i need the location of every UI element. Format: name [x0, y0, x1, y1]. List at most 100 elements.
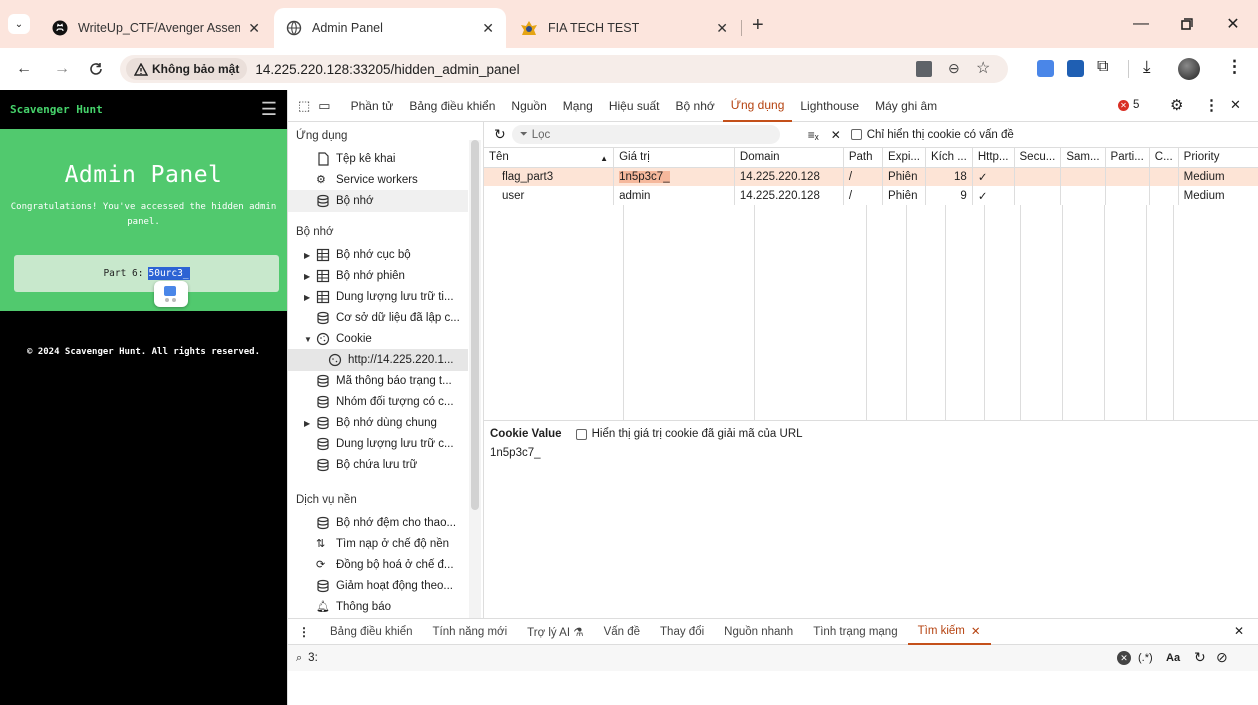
filter-input[interactable]: ⏷ Lọc	[511, 125, 780, 144]
address-bar[interactable]: Không bảo mật 14.225.220.128:33205/hidde…	[120, 55, 1008, 83]
tree-item-extension-storage[interactable]: ▶ Dung lượng lưu trữ ti...	[288, 286, 468, 308]
security-chip[interactable]: Không bảo mật	[126, 58, 248, 80]
new-tab-button[interactable]: +	[752, 14, 764, 37]
column-header[interactable]: Path	[843, 148, 884, 168]
table-row[interactable]: user admin 14.225.220.128 / Phiên 9 ✓ Me…	[484, 186, 1258, 205]
tree-item-storage-overview[interactable]: Bộ nhớ	[288, 190, 468, 212]
window-close-button[interactable]: ✕	[1218, 12, 1248, 36]
clear-search-icon[interactable]: ✕	[1117, 651, 1131, 665]
tree-item-session-storage[interactable]: ▶ Bộ nhớ phiên	[288, 265, 468, 287]
drawer-tab-quick-source[interactable]: Nguồn nhanh	[714, 626, 803, 638]
tree-item-back-forward-cache[interactable]: Bộ nhớ đệm cho thao...	[288, 512, 468, 534]
drawer-tab-ai-assistant[interactable]: Trợ lý AI ⚗	[517, 625, 593, 639]
tree-item-storage-buckets[interactable]: Bộ chứa lưu trữ	[288, 454, 468, 476]
extension-translate-icon[interactable]	[1037, 60, 1054, 77]
hamburger-menu-icon[interactable]: ☰	[261, 99, 277, 120]
column-header[interactable]: Expi...	[882, 148, 927, 168]
tree-item-notifications[interactable]: 🔔︎ Thông báo	[288, 596, 468, 618]
tab-recorder[interactable]: Máy ghi âm	[867, 90, 945, 122]
cancel-search-icon[interactable]: ⊘	[1216, 649, 1228, 666]
column-header[interactable]: Parti...	[1105, 148, 1150, 168]
settings-gear-icon[interactable]: ⚙	[1170, 96, 1183, 114]
delete-all-icon[interactable]: ✕	[831, 128, 841, 142]
translate-popup-icon[interactable]	[154, 281, 188, 307]
minimize-button[interactable]: —	[1126, 12, 1156, 36]
part-value[interactable]: 50urc3_	[147, 267, 190, 280]
table-row[interactable]: flag_part3 1n5p3c7_ 14.225.220.128 / Phi…	[484, 167, 1258, 186]
match-case-toggle[interactable]: Aa	[1166, 652, 1180, 664]
expand-arrow-icon[interactable]: ▶	[304, 251, 314, 260]
tree-item-bounce-tracking[interactable]: Giảm hoạt động theo...	[288, 575, 468, 597]
forward-button[interactable]: →	[50, 57, 74, 81]
tab-application[interactable]: Ứng dụng	[722, 90, 793, 122]
refresh-icon[interactable]: ↻	[494, 126, 506, 143]
expand-arrow-icon[interactable]: ▶	[304, 419, 314, 428]
site-brand[interactable]: Scavenger Hunt	[10, 103, 103, 116]
tree-item-interest-groups[interactable]: Nhóm đối tượng có c...	[288, 391, 468, 413]
drawer-close-icon[interactable]: ✕	[1234, 624, 1244, 638]
tree-item-private-state-tokens[interactable]: Mã thông báo trạng t...	[288, 370, 468, 392]
tree-item-indexeddb[interactable]: Cơ sở dữ liệu đã lập c...	[288, 307, 468, 329]
device-toggle-icon[interactable]: ▭	[316, 90, 342, 122]
tab-sources[interactable]: Nguồn	[503, 90, 554, 122]
close-icon[interactable]: ✕	[482, 20, 494, 37]
column-header[interactable]: Priority	[1178, 148, 1258, 168]
tree-item-cache-storage[interactable]: Dung lượng lưu trữ c...	[288, 433, 468, 455]
extensions-puzzle-icon[interactable]: ⧉	[1097, 58, 1108, 76]
tree-item-background-fetch[interactable]: ⇅ Tìm nạp ở chế độ nền	[288, 533, 468, 555]
cell-value[interactable]: admin	[613, 186, 735, 205]
tree-item-shared-storage[interactable]: ▶ Bộ nhớ dùng chung	[288, 412, 468, 434]
scrollbar-thumb[interactable]	[471, 140, 479, 510]
tab-search-button[interactable]: ⌄	[8, 14, 30, 34]
tree-item-local-storage[interactable]: ▶ Bộ nhớ cục bộ	[288, 244, 468, 266]
tab-performance[interactable]: Hiệu suất	[601, 90, 668, 122]
cell-value[interactable]: 1n5p3c7_	[613, 167, 735, 186]
tab-console[interactable]: Bảng điều khiển	[401, 90, 503, 122]
drawer-tab-search[interactable]: Tìm kiếm ✕	[907, 619, 991, 645]
reload-button[interactable]	[84, 57, 108, 81]
devtools-close-icon[interactable]: ✕	[1230, 97, 1241, 113]
close-icon[interactable]: ✕	[248, 20, 260, 37]
column-header[interactable]: C...	[1149, 148, 1179, 168]
column-header[interactable]: Giá trị	[613, 148, 735, 168]
tab-memory[interactable]: Bộ nhớ	[668, 90, 723, 122]
menu-kebab-icon[interactable]: ⋮	[1226, 57, 1243, 77]
column-header[interactable]: Domain	[734, 148, 844, 168]
tab-fia-tech[interactable]: FIA TECH TEST ✕	[508, 8, 740, 48]
cookie-value-text[interactable]: 1n5p3c7_	[484, 447, 1258, 459]
drawer-tab-network-conditions[interactable]: Tình trạng mạng	[803, 626, 907, 638]
decode-checkbox[interactable]	[575, 428, 587, 440]
devtools-menu-icon[interactable]: ⋮	[1204, 96, 1219, 114]
zoom-icon[interactable]: ⊖	[948, 60, 960, 77]
download-icon[interactable]: ⤓	[1143, 57, 1151, 77]
tab-lighthouse[interactable]: Lighthouse	[792, 90, 867, 122]
only-issues-checkbox[interactable]	[850, 129, 862, 140]
tab-writeup[interactable]: WriteUp_CTF/Avenger Assembly ✕	[40, 8, 272, 48]
tree-item-manifest[interactable]: Tệp kê khai	[288, 148, 468, 170]
drawer-tab-changes[interactable]: Thay đổi	[650, 626, 714, 638]
close-icon[interactable]: ✕	[716, 20, 728, 37]
tab-elements[interactable]: Phần tử	[343, 90, 402, 122]
column-header[interactable]: Secu...	[1014, 148, 1062, 168]
tree-item-cookies[interactable]: ▼ Cookie	[288, 328, 468, 350]
profile-avatar[interactable]	[1178, 58, 1200, 80]
tab-network[interactable]: Mạng	[555, 90, 601, 122]
error-badge[interactable]: ✕ 5	[1118, 99, 1139, 111]
search-input[interactable]: ⌕ 3: ✕ (.*) Aa ↻ ⊘	[288, 645, 1258, 671]
column-header[interactable]: Http...	[972, 148, 1015, 168]
regex-toggle[interactable]: (.*)	[1138, 652, 1153, 664]
drawer-tab-console[interactable]: Bảng điều khiển	[320, 626, 422, 638]
drawer-tab-issues[interactable]: Vấn đề	[594, 626, 650, 638]
expand-arrow-icon[interactable]: ▶	[304, 272, 314, 281]
tree-item-cookie-origin[interactable]: http://14.225.220.1...	[288, 349, 468, 371]
inspect-element-icon[interactable]: ⬚	[288, 90, 316, 122]
back-button[interactable]: ←	[12, 57, 36, 81]
bookmark-star-icon[interactable]: ☆	[976, 58, 990, 78]
close-icon[interactable]: ✕	[971, 624, 981, 638]
restore-button[interactable]	[1172, 12, 1202, 36]
drawer-tab-whats-new[interactable]: Tính năng mới	[422, 626, 517, 638]
translate-icon[interactable]	[916, 61, 932, 77]
sidebar-scrollbar[interactable]	[469, 140, 481, 618]
column-header[interactable]: Tên ▲	[484, 148, 615, 168]
clear-filtered-icon[interactable]: ≡ₓ	[808, 128, 819, 142]
